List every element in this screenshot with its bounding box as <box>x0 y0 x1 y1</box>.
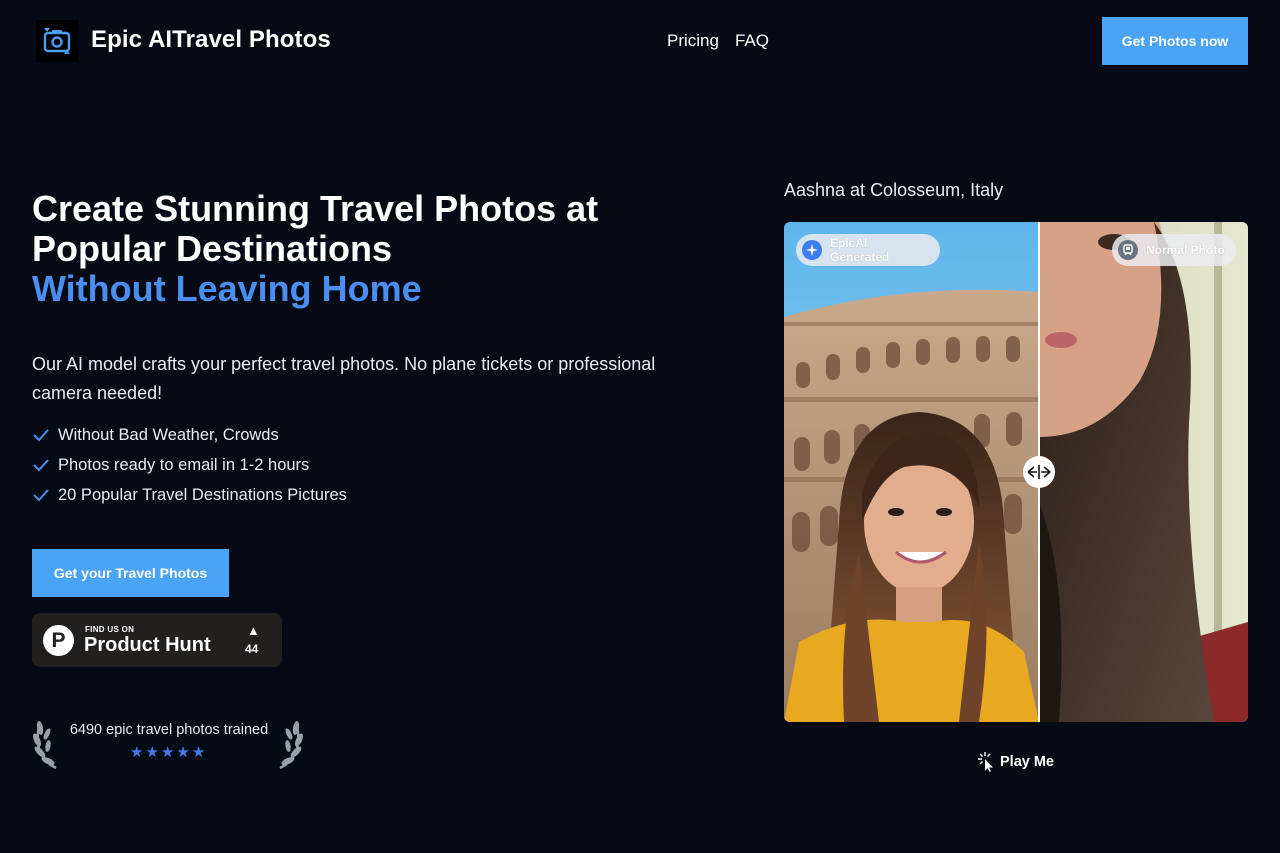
hero-title: Create Stunning Travel Photos at Popular… <box>32 189 732 309</box>
nav-pricing[interactable]: Pricing <box>667 31 719 51</box>
sparkle-icon <box>802 240 822 260</box>
photo-icon <box>1118 240 1138 260</box>
upvote-arrow-icon: ▲ <box>247 623 260 638</box>
star-icon: ★ <box>160 744 175 761</box>
hero-title-line2: Popular Destinations <box>32 228 393 269</box>
hero-title-line1: Create Stunning Travel Photos at <box>32 188 599 229</box>
ai-generated-label-text: EpicAI Generated <box>830 236 890 264</box>
play-me-button[interactable]: Play Me <box>978 752 1054 772</box>
trained-stats: 6490 epic travel photos trained ★ ★ ★ ★ … <box>32 714 308 772</box>
get-photos-button[interactable]: Get Photos now <box>1102 17 1248 65</box>
feature-item: 20 Popular Travel Destinations Pictures <box>32 480 347 510</box>
check-icon <box>33 459 49 472</box>
laurel-right-icon <box>279 721 304 770</box>
feature-text: 20 Popular Travel Destinations Pictures <box>58 485 347 504</box>
product-hunt-title: Product Hunt <box>84 634 211 656</box>
ai-generated-photo <box>784 222 1039 722</box>
feature-list: Without Bad Weather, Crowds Photos ready… <box>32 420 347 510</box>
feature-text: Photos ready to email in 1-2 hours <box>58 455 310 474</box>
drag-horizontal-icon <box>1027 465 1051 479</box>
product-hunt-small-text: FIND US ON <box>85 625 135 634</box>
feature-item: Photos ready to email in 1-2 hours <box>32 450 347 480</box>
product-hunt-badge[interactable]: P FIND US ON Product Hunt ▲ 44 <box>32 613 282 667</box>
laurel-left-icon <box>32 721 57 770</box>
check-icon <box>33 429 49 442</box>
star-icon: ★ <box>176 744 190 761</box>
star-icon: ★ <box>130 744 144 761</box>
get-travel-photos-button[interactable]: Get your Travel Photos <box>32 549 229 597</box>
play-me-label: Play Me <box>1000 754 1054 770</box>
hero-title-accent: Without Leaving Home <box>32 268 422 309</box>
before-after-slider[interactable]: EpicAI Generated Normal Photo <box>784 222 1248 722</box>
check-icon <box>33 489 49 502</box>
normal-photo-label: Normal Photo <box>1112 234 1236 266</box>
normal-photo <box>1039 222 1248 722</box>
site-header: Epic AITravel Photos Pricing FAQ Get Pho… <box>0 0 1280 82</box>
star-icon: ★ <box>145 744 159 761</box>
product-hunt-logo-icon: P <box>43 625 74 656</box>
nav-faq[interactable]: FAQ <box>735 31 769 51</box>
feature-text: Without Bad Weather, Crowds <box>58 425 279 444</box>
main-nav: Pricing FAQ <box>667 31 769 51</box>
hero-description: Our AI model crafts your perfect travel … <box>32 354 656 403</box>
rating-stars: ★ ★ ★ ★ ★ <box>130 745 205 760</box>
star-icon: ★ <box>191 744 206 761</box>
comparison-caption: Aashna at Colosseum, Italy <box>784 180 1004 200</box>
normal-photo-label-text: Normal Photo <box>1146 243 1225 257</box>
ai-generated-label: EpicAI Generated <box>796 234 940 266</box>
upvote-count: 44 <box>245 642 259 656</box>
feature-item: Without Bad Weather, Crowds <box>32 420 347 450</box>
slider-handle[interactable] <box>1023 456 1055 488</box>
cursor-click-icon <box>978 752 993 772</box>
trained-count-text: 6490 epic travel photos trained <box>69 722 269 738</box>
logo[interactable] <box>36 20 78 62</box>
brand-name[interactable]: Epic AITravel Photos <box>91 26 331 54</box>
camera-rotate-icon <box>43 28 71 54</box>
